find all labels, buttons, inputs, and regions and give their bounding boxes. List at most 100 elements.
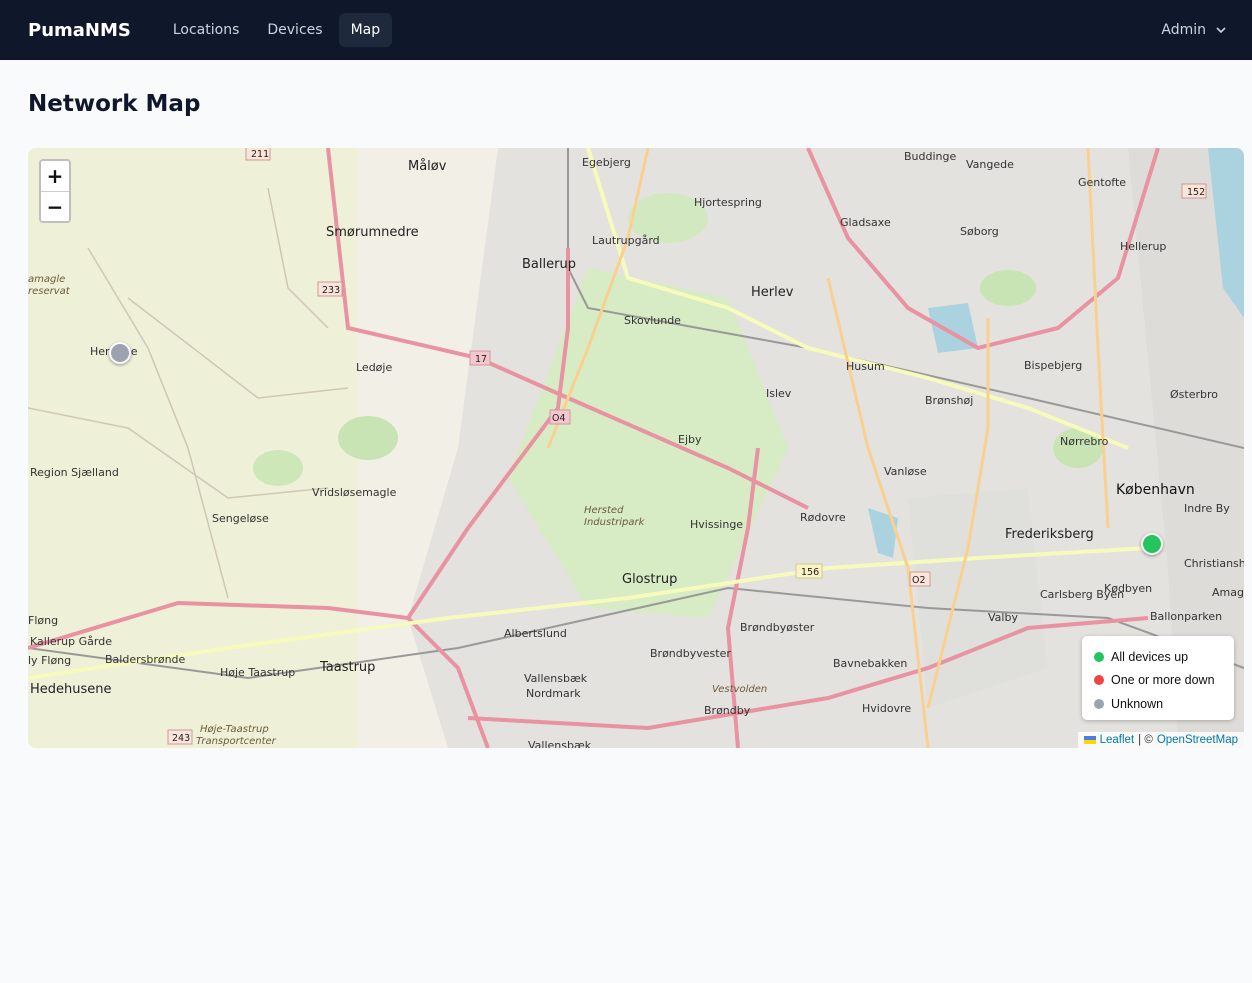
svg-text:Glostrup: Glostrup [622, 572, 677, 587]
svg-text:Amager: Amager [1212, 586, 1244, 599]
svg-text:O2: O2 [912, 575, 926, 586]
svg-text:Hvissinge: Hvissinge [690, 518, 743, 531]
svg-text:Hjortespring: Hjortespring [694, 196, 762, 209]
svg-text:Brøndbyøster: Brøndbyøster [740, 621, 815, 634]
svg-text:ly Fløng: ly Fløng [28, 654, 71, 667]
zoom-in-button[interactable]: + [41, 161, 69, 191]
user-menu[interactable]: Admin [1161, 22, 1228, 38]
svg-text:Høje Taastrup: Høje Taastrup [220, 666, 295, 679]
svg-text:Smørumnedre: Smørumnedre [326, 225, 419, 240]
svg-text:O4: O4 [552, 413, 566, 424]
svg-text:Valby: Valby [988, 611, 1018, 624]
svg-text:Sengeløse: Sengeløse [212, 512, 269, 525]
svg-text:Gladsaxe: Gladsaxe [840, 216, 891, 229]
svg-text:Rødovre: Rødovre [800, 511, 846, 524]
svg-text:Taastrup: Taastrup [319, 660, 375, 675]
svg-text:243: 243 [172, 733, 190, 744]
ukraine-flag-icon [1083, 736, 1096, 744]
zoom-out-button[interactable]: − [41, 191, 69, 221]
map-legend: All devices up One or more down Unknown [1082, 636, 1234, 720]
svg-text:Måløv: Måløv [408, 159, 447, 174]
svg-text:Fløng: Fløng [28, 614, 58, 627]
svg-text:Vangede: Vangede [966, 158, 1014, 171]
svg-text:Hedehusene: Hedehusene [30, 682, 112, 697]
svg-text:Vestvolden: Vestvolden [712, 684, 767, 695]
user-name: Admin [1161, 22, 1206, 38]
svg-text:233: 233 [322, 285, 340, 296]
svg-text:Lautrupgård: Lautrupgård [592, 234, 660, 247]
svg-text:Brøndbyvester: Brøndbyvester [650, 647, 731, 660]
leaflet-link[interactable]: Leaflet [1100, 734, 1135, 746]
map-marker-unknown[interactable] [109, 342, 131, 364]
svg-text:Vallensbæk: Vallensbæk [528, 739, 592, 748]
svg-text:Frederiksberg: Frederiksberg [1005, 527, 1094, 542]
status-dot-icon [1094, 675, 1104, 686]
svg-text:Hvidovre: Hvidovre [862, 702, 911, 715]
network-map[interactable]: Måløv Egebjerg Buddinge Vangede Gentofte… [28, 148, 1244, 748]
nav-locations[interactable]: Locations [161, 13, 252, 47]
osm-link[interactable]: OpenStreetMap [1157, 734, 1238, 746]
svg-text:156: 156 [801, 567, 819, 578]
svg-text:Husum: Husum [846, 360, 885, 373]
svg-text:Hersted: Hersted [584, 505, 624, 516]
legend-label: Unknown [1111, 696, 1164, 711]
attribution-separator: | © [1138, 734, 1153, 746]
main-nav: Locations Devices Map [161, 13, 393, 47]
svg-text:Transportcenter: Transportcenter [196, 736, 277, 747]
svg-text:Høje-Taastrup: Høje-Taastrup [200, 724, 269, 735]
svg-text:Gentofte: Gentofte [1078, 176, 1126, 189]
svg-text:Indre By: Indre By [1184, 502, 1230, 515]
nav-map[interactable]: Map [338, 13, 393, 47]
legend-item-up: All devices up [1094, 645, 1222, 669]
svg-text:Søborg: Søborg [960, 225, 999, 238]
svg-text:Ledøje: Ledøje [356, 361, 392, 374]
svg-text:Nørrebro: Nørrebro [1060, 435, 1109, 448]
legend-label: All devices up [1111, 649, 1189, 664]
svg-text:Herlev: Herlev [751, 285, 794, 300]
nav-devices[interactable]: Devices [255, 13, 334, 47]
svg-text:Bavnebakken: Bavnebakken [833, 657, 907, 670]
svg-text:Buddinge: Buddinge [904, 150, 956, 163]
svg-text:Østerbro: Østerbro [1170, 388, 1218, 401]
status-dot-icon [1094, 651, 1104, 662]
legend-item-down: One or more down [1094, 669, 1222, 693]
legend-label: One or more down [1111, 673, 1215, 688]
legend-item-unknown: Unknown [1094, 692, 1222, 716]
svg-text:Brøndby: Brøndby [704, 704, 751, 717]
svg-text:Kallerup Gårde: Kallerup Gårde [30, 635, 112, 648]
svg-text:Ejby: Ejby [678, 433, 702, 446]
zoom-control: + − [39, 159, 71, 223]
svg-text:Carlsberg Byen: Carlsberg Byen [1040, 588, 1124, 601]
svg-text:amagle: amagle [28, 274, 65, 285]
page-title: Network Map [28, 91, 201, 117]
brand-logo[interactable]: PumaNMS [28, 20, 131, 41]
status-dot-icon [1094, 698, 1104, 709]
svg-text:Region Sjælland: Region Sjælland [30, 466, 119, 479]
svg-text:Nordmark: Nordmark [526, 687, 581, 700]
svg-text:Ballerup: Ballerup [522, 257, 576, 272]
svg-text:152: 152 [1187, 187, 1205, 198]
svg-text:Hellerup: Hellerup [1120, 240, 1166, 253]
top-navbar: PumaNMS Locations Devices Map Admin [0, 0, 1252, 60]
svg-text:Skovlunde: Skovlunde [624, 314, 681, 327]
svg-text:København: København [1116, 482, 1195, 498]
map-tiles[interactable]: Måløv Egebjerg Buddinge Vangede Gentofte… [28, 148, 1244, 748]
svg-text:211: 211 [251, 149, 269, 160]
svg-text:Egebjerg: Egebjerg [582, 156, 631, 169]
svg-text:Christianshavn: Christianshavn [1184, 557, 1244, 570]
svg-text:Vallensbæk: Vallensbæk [524, 672, 588, 685]
svg-text:Islev: Islev [766, 387, 792, 400]
svg-text:Brønshøj: Brønshøj [925, 394, 973, 407]
chevron-down-icon [1216, 27, 1226, 34]
svg-text:Albertslund: Albertslund [504, 627, 567, 640]
svg-text:Ballonparken: Ballonparken [1150, 610, 1222, 623]
map-marker-up[interactable] [1141, 533, 1163, 555]
svg-text:Baldersbrønde: Baldersbrønde [105, 653, 186, 666]
svg-text:Industripark: Industripark [584, 517, 646, 528]
svg-text:Bispebjerg: Bispebjerg [1024, 359, 1082, 372]
svg-text:Vridsløsemagle: Vridsløsemagle [312, 486, 397, 499]
svg-text:17: 17 [475, 354, 487, 365]
svg-text:Vanløse: Vanløse [884, 465, 927, 478]
svg-text:reservat: reservat [28, 286, 71, 297]
map-attribution: Leaflet | © OpenStreetMap [1077, 732, 1244, 748]
